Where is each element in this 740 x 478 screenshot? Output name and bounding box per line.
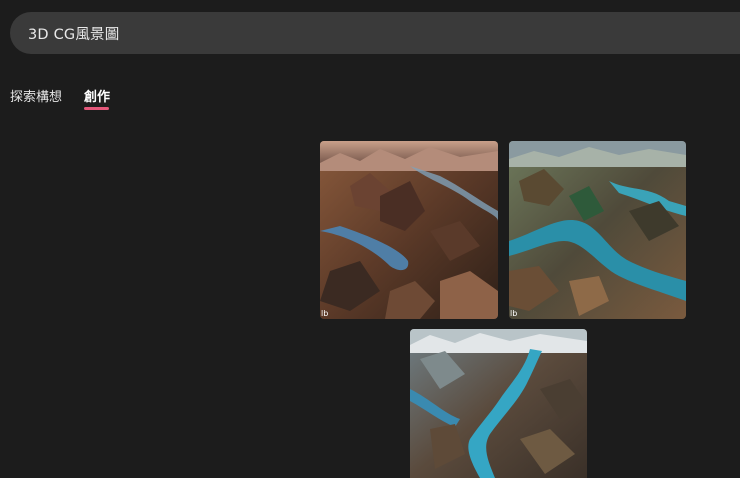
page: 3D CG風景圖 探索構想 創作 lb lb: [0, 0, 740, 478]
landscape-image-3: [410, 329, 587, 478]
landscape-image-2: [509, 141, 686, 319]
search-input[interactable]: 3D CG風景圖: [10, 12, 740, 54]
image-badge: lb: [510, 309, 518, 318]
landscape-image-1: [320, 141, 498, 319]
tab-create[interactable]: 創作: [84, 86, 110, 105]
image-badge: lb: [321, 309, 329, 318]
active-tab-indicator: [84, 107, 109, 110]
result-image-2[interactable]: lb: [509, 141, 686, 319]
tab-explore-ideas[interactable]: 探索構想: [10, 86, 62, 105]
result-image-1[interactable]: lb: [320, 141, 498, 319]
result-image-3[interactable]: [410, 329, 587, 478]
search-query-text: 3D CG風景圖: [28, 26, 120, 43]
